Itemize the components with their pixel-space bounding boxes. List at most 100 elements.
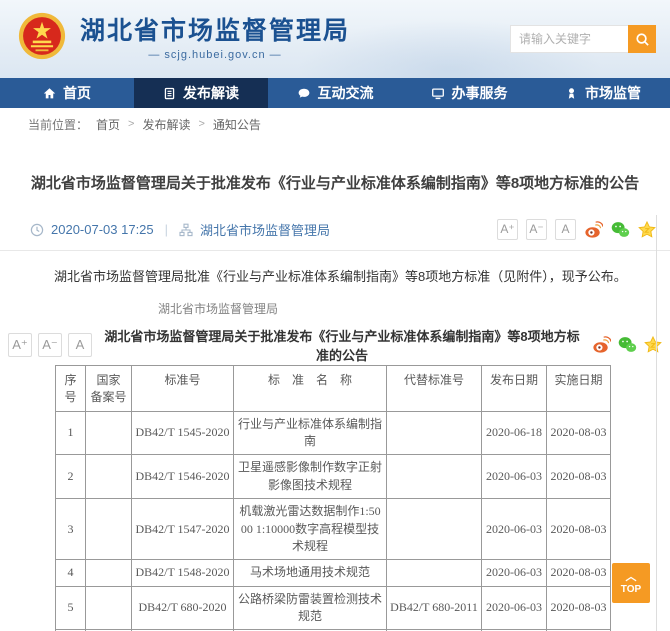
standards-table: 序号国家 备案号标准号标 准 名 称代替标准号发布日期实施日期 1DB42/T … bbox=[55, 365, 611, 631]
table-row: 2 DB42/T 1546-2020卫星遥感影像制作数字正射影像图技术规程 2020… bbox=[56, 455, 611, 499]
font-reset-button[interactable]: A bbox=[68, 333, 92, 357]
site-banner: 湖北省市场监督管理局 — scjg.hubei.gov.cn — bbox=[0, 0, 670, 78]
search-input[interactable] bbox=[510, 25, 628, 53]
table-cell: DB42/T 1545-2020 bbox=[132, 411, 234, 455]
national-emblem-icon[interactable] bbox=[18, 12, 66, 60]
nav-label: 首页 bbox=[63, 83, 91, 103]
table-cell: 2020-06-03 bbox=[482, 586, 547, 630]
nav-label: 办事服务 bbox=[452, 83, 508, 103]
standards-table-head-row: 序号国家 备案号标准号标 准 名 称代替标准号发布日期实施日期 bbox=[56, 365, 611, 411]
table-cell: 2020-06-03 bbox=[482, 499, 547, 560]
table-cell bbox=[86, 560, 132, 586]
font-increase-button[interactable]: A⁺ bbox=[8, 333, 32, 357]
chevron-up-icon: ︿ bbox=[626, 572, 637, 583]
source-icon bbox=[179, 223, 193, 237]
table-cell bbox=[86, 586, 132, 630]
page: 湖北省市场监督管理局 — scjg.hubei.gov.cn — 首页 bbox=[0, 0, 670, 631]
clock-icon bbox=[30, 223, 44, 237]
back-to-top-button[interactable]: ︿ TOP bbox=[612, 563, 650, 603]
site-title: 湖北省市场监督管理局 bbox=[80, 17, 350, 46]
page-title: 湖北省市场监督管理局关于批准发布《行业与产业标准体系编制指南》等8项地方标准的公… bbox=[0, 172, 670, 193]
breadcrumb-notices[interactable]: 通知公告 bbox=[213, 116, 261, 133]
breadcrumb-home[interactable]: 首页 bbox=[96, 116, 120, 133]
article-body: 湖北省市场监督管理局批准《行业与产业标准体系编制指南》等8项地方标准（见附件），… bbox=[0, 267, 670, 288]
chat-bubble-icon bbox=[297, 87, 311, 100]
breadcrumb-separator: > bbox=[198, 118, 204, 130]
table-cell: 2020-06-03 bbox=[482, 560, 547, 586]
brand: 湖北省市场监督管理局 — scjg.hubei.gov.cn — bbox=[80, 17, 350, 62]
table-cell: 2020-06-03 bbox=[482, 455, 547, 499]
star-icon[interactable] bbox=[638, 221, 656, 238]
table-cell: 行业与产业标准体系编制指南 bbox=[234, 411, 387, 455]
scrollbar-track[interactable] bbox=[656, 215, 657, 631]
search-icon bbox=[635, 32, 650, 47]
document-icon bbox=[163, 87, 176, 100]
search-button[interactable] bbox=[628, 25, 656, 53]
table-cell: 2020-08-03 bbox=[547, 560, 611, 586]
publish-datetime: 2020-07-03 17:25 bbox=[51, 222, 154, 237]
table-cell: 马术场地通用技术规范 bbox=[234, 560, 387, 586]
breadcrumb-separator: > bbox=[128, 118, 134, 130]
nav-item-publish[interactable]: 发布解读 bbox=[134, 78, 268, 108]
weibo-icon[interactable] bbox=[584, 221, 603, 238]
weibo-icon[interactable] bbox=[592, 336, 611, 353]
nav-label: 市场监管 bbox=[585, 83, 641, 103]
article-signature: 湖北省市场监督管理局 bbox=[0, 300, 670, 317]
font-decrease-button[interactable]: A⁻ bbox=[38, 333, 62, 357]
table-cell: 2020-08-03 bbox=[547, 586, 611, 630]
table-row: 4DB42/T 1548-2020马术场地通用技术规范2020-06-03202… bbox=[56, 560, 611, 586]
column-header: 发布日期 bbox=[482, 365, 547, 411]
table-cell: DB42/T 1546-2020 bbox=[132, 455, 234, 499]
standards-table-body: 1 DB42/T 1545-2020行业与产业标准体系编制指南 2020-06-18… bbox=[56, 411, 611, 631]
table-cell: DB42/T 1547-2020 bbox=[132, 499, 234, 560]
wechat-icon[interactable] bbox=[611, 221, 630, 238]
table-row: 5DB42/T 680-2020公路桥梁防雷装置检测技术规范DB42/T 680… bbox=[56, 586, 611, 630]
font-increase-button[interactable]: A⁺ bbox=[497, 219, 518, 240]
font-reset-button[interactable]: A bbox=[555, 219, 576, 240]
table-cell: 2020-08-03 bbox=[547, 411, 611, 455]
column-header: 实施日期 bbox=[547, 365, 611, 411]
attachment-toolbar: A⁺ A⁻ A 湖北省市场监督管理局关于批准发布《行业与产业标准体系编制指南》等… bbox=[0, 327, 670, 363]
top-label: TOP bbox=[621, 584, 641, 595]
table-row: 3 DB42/T 1547-2020机载激光雷达数据制作1:5000 1:1000… bbox=[56, 499, 611, 560]
table-cell bbox=[86, 411, 132, 455]
search-bar bbox=[510, 25, 656, 53]
main-nav: 首页 发布解读 互动交流 办事服务 bbox=[0, 78, 670, 108]
nav-item-home[interactable]: 首页 bbox=[0, 78, 134, 108]
table-cell bbox=[387, 411, 482, 455]
table-cell: 3 bbox=[56, 499, 86, 560]
column-header: 代替标准号 bbox=[387, 365, 482, 411]
table-cell: 2020-08-03 bbox=[547, 455, 611, 499]
table-cell: DB42/T 680-2020 bbox=[132, 586, 234, 630]
nav-item-services[interactable]: 办事服务 bbox=[402, 78, 536, 108]
table-cell: 卫星遥感影像制作数字正射影像图技术规程 bbox=[234, 455, 387, 499]
attachment-title: 湖北省市场监督管理局关于批准发布《行业与产业标准体系编制指南》等8项地方标准的公… bbox=[92, 326, 592, 364]
table-cell: 机载激光雷达数据制作1:5000 1:10000数字高程模型技术规程 bbox=[234, 499, 387, 560]
wechat-icon[interactable] bbox=[618, 336, 637, 353]
table-row: 1 DB42/T 1545-2020行业与产业标准体系编制指南 2020-06-18… bbox=[56, 411, 611, 455]
table-cell: DB42/T 1548-2020 bbox=[132, 560, 234, 586]
table-cell: 2020-08-03 bbox=[547, 499, 611, 560]
column-header: 标准号 bbox=[132, 365, 234, 411]
table-cell: 公路桥梁防雷装置检测技术规范 bbox=[234, 586, 387, 630]
home-icon bbox=[43, 87, 56, 100]
table-cell bbox=[86, 499, 132, 560]
breadcrumb: 当前位置： 首页 > 发布解读 > 通知公告 bbox=[0, 108, 670, 140]
font-decrease-button[interactable]: A⁻ bbox=[526, 219, 547, 240]
table-cell: 2 bbox=[56, 455, 86, 499]
table-cell bbox=[86, 455, 132, 499]
nav-label: 互动交流 bbox=[318, 83, 374, 103]
nav-item-supervision[interactable]: 市场监管 bbox=[536, 78, 670, 108]
person-badge-icon bbox=[565, 87, 578, 100]
table-cell bbox=[387, 455, 482, 499]
nav-item-interaction[interactable]: 互动交流 bbox=[268, 78, 402, 108]
table-cell: 2020-06-18 bbox=[482, 411, 547, 455]
article-source[interactable]: 湖北省市场监督管理局 bbox=[200, 220, 330, 239]
nav-label: 发布解读 bbox=[183, 83, 239, 103]
star-icon[interactable] bbox=[644, 336, 662, 353]
article-meta: 2020-07-03 17:25 | 湖北省市场监督管理局 A⁺ A⁻ A bbox=[0, 219, 670, 251]
breadcrumb-publish[interactable]: 发布解读 bbox=[142, 116, 190, 133]
column-header: 国家 备案号 bbox=[86, 365, 132, 411]
monitor-icon bbox=[431, 87, 445, 100]
table-cell: 1 bbox=[56, 411, 86, 455]
